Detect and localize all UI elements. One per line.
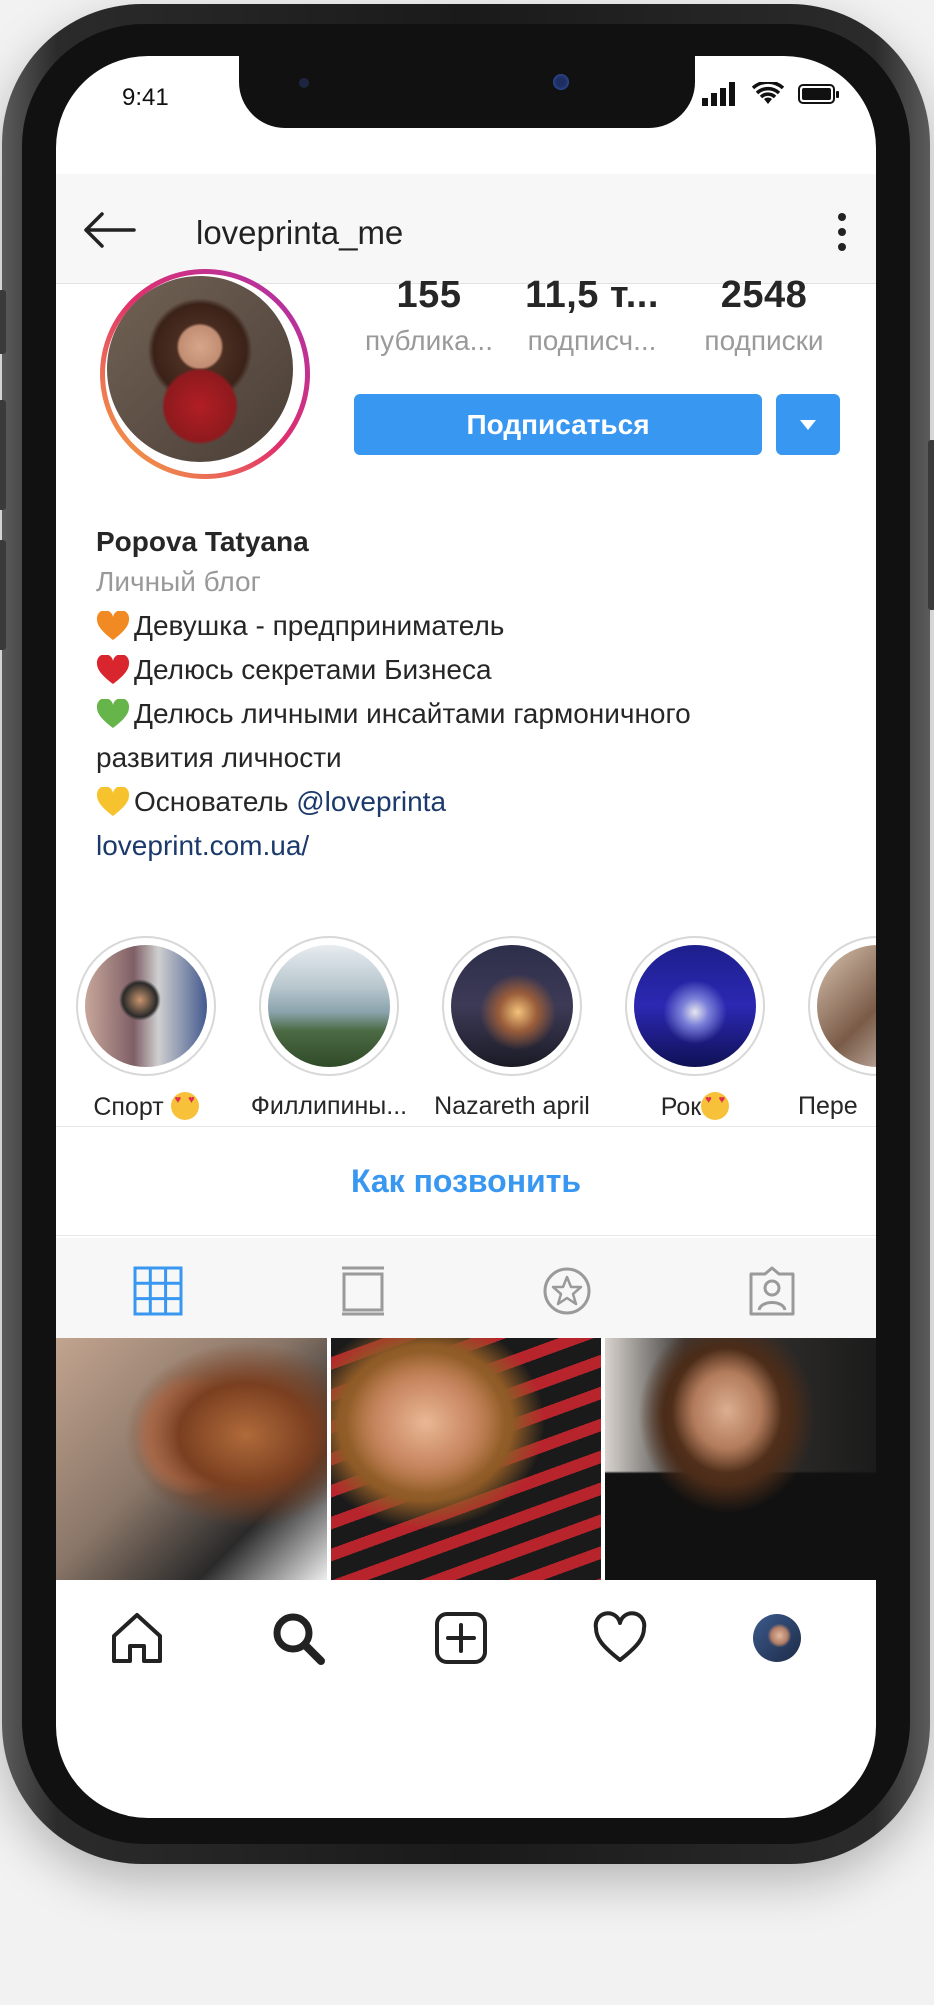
- highlight-item[interactable]: Спорт: [66, 936, 226, 1122]
- bio-line: Девушка - предприниматель: [96, 604, 836, 648]
- stat-posts[interactable]: 155 публика...: [354, 274, 504, 357]
- post-thumbnail[interactable]: [330, 1338, 602, 1580]
- volume-down-button: [0, 540, 6, 650]
- highlight-cover: [817, 945, 876, 1067]
- grid-icon[interactable]: [133, 1266, 183, 1316]
- profile-header: loveprinta_me: [56, 174, 876, 284]
- highlight-label: Спорт: [93, 1093, 164, 1121]
- bio-line: развития личности: [96, 742, 342, 773]
- notch: [239, 56, 695, 128]
- tagged-icon[interactable]: [747, 1266, 797, 1316]
- highlight-item[interactable]: Рок: [615, 936, 775, 1122]
- contact-bar: Как позвонить: [56, 1126, 876, 1236]
- status-icons: [702, 82, 840, 106]
- triangle-down-icon: [800, 419, 816, 430]
- heart-eyes-emoji: [701, 1092, 730, 1120]
- heart-eyes-emoji: [170, 1092, 199, 1120]
- battery-icon: [798, 84, 839, 104]
- profile-stats: 155 публика... 11,5 т... подписч... 2548…: [354, 274, 874, 364]
- home-icon[interactable]: [109, 1610, 165, 1666]
- bio-line: Делюсь секретами Бизнеса: [96, 648, 836, 692]
- highlight-cover: [85, 945, 207, 1067]
- bio-name: Popova Tatyana: [96, 526, 309, 557]
- suggestions-dropdown-button[interactable]: [776, 394, 840, 455]
- stat-followers-label: подписч...: [527, 325, 657, 356]
- highlight-cover: [268, 945, 390, 1067]
- search-icon[interactable]: [270, 1610, 326, 1666]
- feed-icon[interactable]: [338, 1266, 388, 1316]
- yellow-heart-icon: [96, 787, 130, 816]
- bio-category: Личный блог: [96, 566, 261, 597]
- profile-avatar: [107, 276, 293, 462]
- stat-posts-label: публика...: [364, 325, 493, 356]
- power-button: [928, 440, 934, 610]
- bio-website-link[interactable]: loveprint.com.ua/: [96, 824, 836, 868]
- stat-following[interactable]: 2548 подписки: [684, 274, 844, 357]
- saved-star-icon[interactable]: [542, 1266, 592, 1316]
- highlight-item[interactable]: Nazareth april: [432, 936, 592, 1121]
- orange-heart-icon: [96, 611, 130, 640]
- highlight-item[interactable]: Пере: [798, 936, 876, 1121]
- add-post-icon[interactable]: [433, 1610, 489, 1666]
- stat-following-value: 2548: [720, 274, 808, 316]
- highlight-label: Филлипины...: [250, 1092, 408, 1120]
- green-heart-icon: [96, 699, 130, 728]
- mute-switch: [0, 290, 6, 354]
- highlight-label: Рок: [660, 1093, 702, 1121]
- follow-button[interactable]: Подписаться: [354, 394, 762, 455]
- highlight-cover: [451, 945, 573, 1067]
- header-username: loveprinta_me: [196, 214, 404, 251]
- profile-tabs: [56, 1238, 876, 1338]
- red-heart-icon: [96, 655, 130, 684]
- wifi-icon: [752, 82, 784, 104]
- stat-followers-value: 11,5 т...: [525, 274, 659, 316]
- post-thumbnail[interactable]: [56, 1338, 327, 1580]
- more-options-icon[interactable]: [836, 212, 848, 252]
- stat-following-label: подписки: [704, 325, 824, 356]
- back-arrow-icon[interactable]: [82, 210, 136, 250]
- status-time: 9:41: [122, 84, 169, 111]
- highlight-label: Nazareth april: [434, 1092, 590, 1120]
- profile-bio: Popova Tatyana Личный блог Девушка - пре…: [96, 526, 836, 868]
- profile-avatar[interactable]: [753, 1614, 801, 1662]
- bio-line: Основатель @loveprinta: [96, 780, 836, 824]
- call-button[interactable]: Как позвонить: [351, 1163, 581, 1200]
- bottom-navigation: [56, 1580, 876, 1690]
- stat-followers[interactable]: 11,5 т... подписч...: [512, 274, 672, 357]
- volume-up-button: [0, 400, 6, 510]
- posts-grid: [56, 1338, 876, 1580]
- profile-avatar-ring[interactable]: [100, 269, 310, 479]
- app-screen: 9:41 loveprinta_me 155 публика... 11,5 т…: [56, 56, 876, 1818]
- highlight-label: Пере: [798, 1092, 858, 1120]
- bio-mention-link[interactable]: @loveprinta: [296, 780, 446, 824]
- bio-line: Делюсь личными инсайтами гармоничного: [96, 692, 836, 736]
- highlight-item[interactable]: Филлипины...: [249, 936, 409, 1121]
- stat-posts-value: 155: [396, 274, 462, 316]
- heart-icon[interactable]: [592, 1610, 648, 1666]
- highlight-cover: [634, 945, 756, 1067]
- signal-icon: [702, 82, 735, 106]
- story-highlights: Спорт Филлипины... Nazareth april Рок Пе…: [56, 936, 876, 1121]
- post-thumbnail[interactable]: [605, 1338, 876, 1580]
